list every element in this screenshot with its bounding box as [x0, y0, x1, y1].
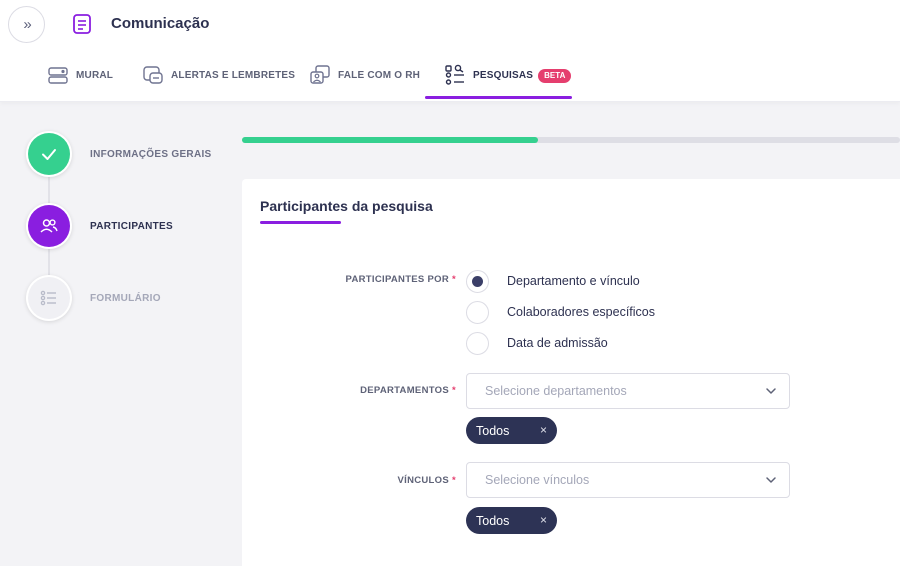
- mural-icon: [48, 67, 68, 84]
- step-participants[interactable]: [28, 205, 70, 247]
- tab-label: ALERTAS E LEMBRETES: [171, 70, 296, 81]
- chevron-down-icon: [766, 388, 776, 394]
- radio-label: Data de admissão: [507, 336, 608, 350]
- radio-specific-collaborators[interactable]: Colaboradores específicos: [466, 300, 655, 324]
- chip-label: Todos: [476, 423, 510, 438]
- chip-label: Todos: [476, 513, 510, 528]
- chip-remove-icon[interactable]: ×: [540, 423, 547, 437]
- users-icon: [40, 219, 58, 233]
- radio-selected-dot: [472, 275, 483, 287]
- departments-select[interactable]: Selecione departamentos: [466, 373, 790, 409]
- chevron-down-icon: [766, 477, 776, 483]
- progress-bar: [242, 137, 900, 143]
- communication-app-icon: [73, 14, 91, 34]
- radio-button[interactable]: [466, 331, 489, 355]
- step-label-participants: PARTICIPANTES: [90, 221, 173, 232]
- tab-label: MURAL: [76, 70, 114, 81]
- participants-by-label: PARTICIPANTES POR *: [346, 274, 456, 285]
- chip-remove-icon[interactable]: ×: [540, 513, 547, 527]
- radio-department-bond[interactable]: Departamento e vínculo: [466, 269, 640, 293]
- alerts-icon: [143, 66, 163, 84]
- participants-by-label-text: PARTICIPANTES POR: [345, 274, 449, 285]
- radio-label: Departamento e vínculo: [507, 274, 640, 288]
- participants-card: Participantes da pesquisa PARTICIPANTES …: [242, 179, 900, 566]
- radio-button[interactable]: [466, 269, 489, 293]
- page-title: Comunicação: [111, 15, 210, 32]
- departments-label: DEPARTAMENTOS *: [360, 385, 456, 396]
- bond-chip: Todos ×: [466, 507, 557, 534]
- expand-sidebar-button[interactable]: »: [8, 6, 45, 43]
- bonds-select[interactable]: Selecione vínculos: [466, 462, 790, 498]
- tab-label: PESQUISAS: [473, 70, 534, 81]
- departments-label-text: DEPARTAMENTOS: [360, 385, 449, 396]
- bonds-label-text: VÍNCULOS: [397, 475, 449, 486]
- top-header: » Comunicação MURAL ALERTAS E LEMBRETES: [0, 0, 900, 102]
- card-title-underline: [260, 221, 341, 224]
- double-chevron-right-icon: »: [23, 16, 31, 33]
- active-tab-indicator: [425, 96, 572, 99]
- chat-hr-icon: [310, 65, 330, 84]
- bonds-label: VÍNCULOS *: [398, 475, 457, 486]
- card-title: Participantes da pesquisa: [260, 198, 433, 214]
- checklist-icon: [40, 290, 56, 306]
- progress-fill: [242, 137, 539, 143]
- radio-label: Colaboradores específicos: [507, 305, 655, 319]
- required-marker: *: [452, 385, 456, 396]
- tab-alerts[interactable]: ALERTAS E LEMBRETES: [142, 60, 295, 102]
- tab-fale-com-rh[interactable]: FALE COM O RH: [309, 60, 420, 102]
- radio-admission-date[interactable]: Data de admissão: [466, 331, 608, 355]
- step-label-form: FORMULÁRIO: [90, 293, 161, 304]
- tab-label: FALE COM O RH: [338, 70, 421, 81]
- checkmark-icon: [42, 149, 56, 160]
- survey-icon: [445, 64, 464, 85]
- step-general-info[interactable]: [28, 133, 70, 175]
- step-label-general-info: INFORMAÇÕES GERAIS: [90, 149, 212, 160]
- departments-placeholder: Selecione departamentos: [485, 384, 627, 398]
- beta-badge: BETA: [538, 69, 572, 83]
- step-form[interactable]: [28, 277, 70, 319]
- radio-button[interactable]: [466, 300, 489, 324]
- required-marker: *: [452, 475, 456, 486]
- department-chip: Todos ×: [466, 417, 557, 444]
- tab-mural[interactable]: MURAL: [47, 60, 113, 102]
- required-marker: *: [452, 274, 456, 285]
- bonds-placeholder: Selecione vínculos: [485, 473, 590, 487]
